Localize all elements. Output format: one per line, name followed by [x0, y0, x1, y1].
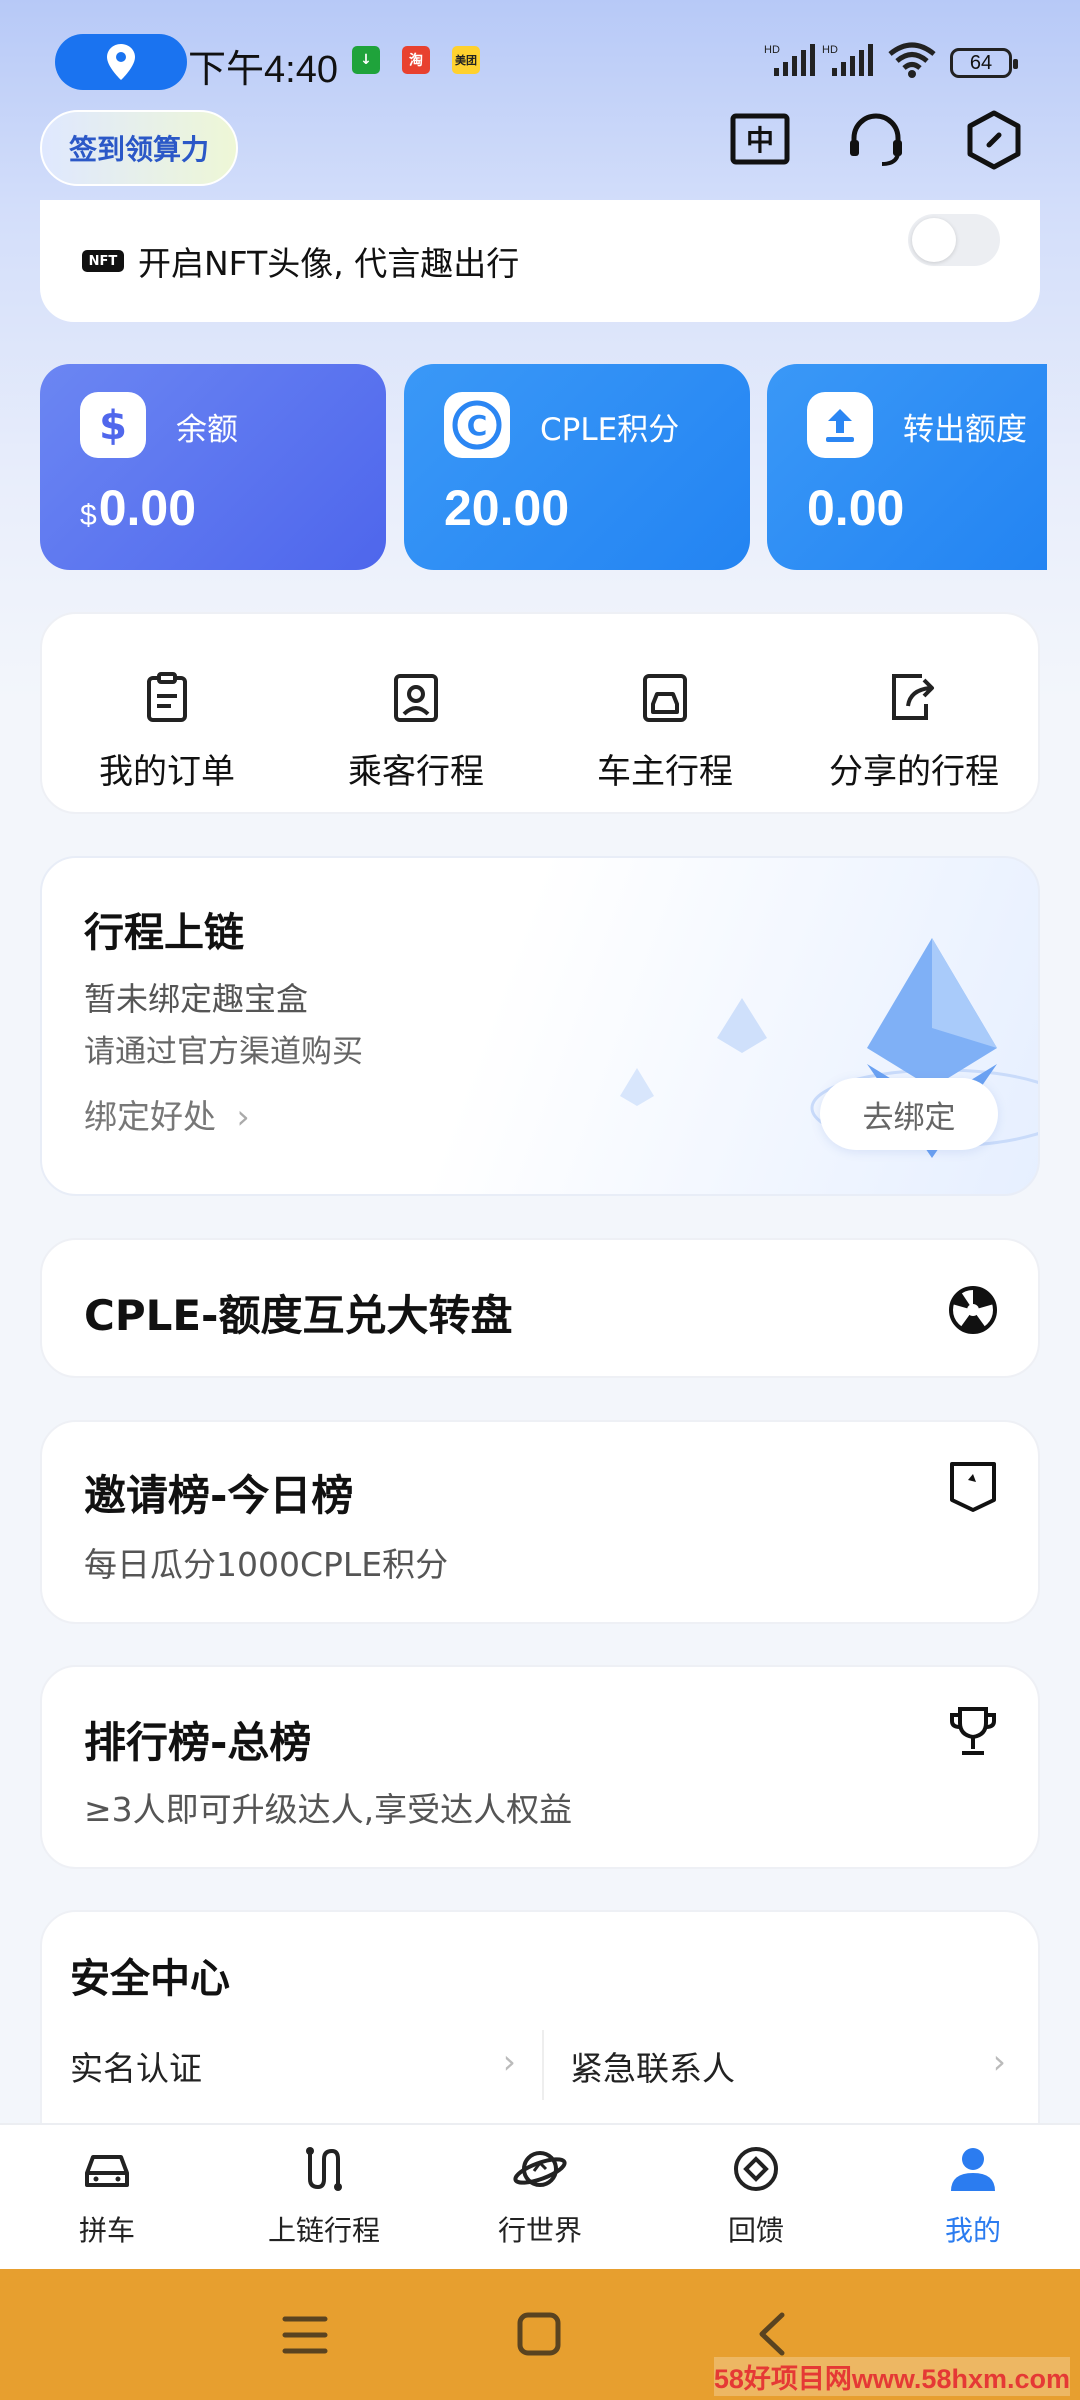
nav-label: 我的	[944, 2214, 1001, 2247]
back-icon[interactable]	[752, 2309, 792, 2359]
signal-icon: HD	[764, 44, 815, 76]
signal-2-icon: HD	[822, 44, 873, 76]
cple-points-card[interactable]: C CPLE积分 20.00	[404, 364, 750, 570]
menu-icon[interactable]	[280, 2313, 330, 2357]
status-bar: 下午4:40 ↓ 淘 美团 HD HD 64	[0, 0, 1080, 120]
location-pill[interactable]	[55, 34, 187, 90]
download-notification-icon: ↓	[352, 46, 380, 74]
svg-text:HD: HD	[764, 44, 780, 56]
ethereum-decoration-icon	[620, 938, 1038, 1158]
chain-subtitle-2: 请通过官方渠道购买	[84, 1034, 363, 1070]
invite-board-title: 邀请榜-今日榜	[84, 1471, 354, 1520]
invite-board-card[interactable]: 邀请榜-今日榜 每日瓜分1000CPLE积分	[40, 1420, 1040, 1624]
wifi-icon	[888, 42, 936, 78]
upload-icon	[807, 392, 873, 458]
nav-profile[interactable]: 我的	[893, 2141, 1053, 2249]
cple-coin-icon: C	[444, 392, 510, 458]
nav-carpool[interactable]: 拼车	[27, 2141, 187, 2249]
svg-text:HD: HD	[822, 44, 838, 56]
language-switch-icon[interactable]: 中	[728, 108, 792, 172]
wheel-icon	[949, 1286, 997, 1334]
nft-avatar-toggle[interactable]	[908, 214, 1000, 266]
invite-board-subtitle: 每日瓜分1000CPLE积分	[84, 1545, 449, 1584]
customer-service-icon[interactable]	[844, 108, 908, 172]
meituan-notification-icon: 美团	[452, 46, 480, 74]
car-icon	[85, 2155, 129, 2187]
cple-points-label: CPLE积分	[540, 412, 680, 448]
transfer-quota-value: 0.00	[807, 480, 905, 536]
nav-label: 上链行程	[267, 2214, 380, 2247]
nav-label: 拼车	[78, 2214, 135, 2247]
trophy-icon	[950, 1707, 996, 1755]
nft-avatar-card[interactable]: NFT 开启NFT头像, 代言趣出行	[40, 200, 1040, 322]
bind-benefits-link[interactable]: 绑定好处 ›	[84, 1090, 250, 1138]
transfer-quota-label: 转出额度	[903, 412, 1027, 448]
balance-value: $0.00	[80, 480, 197, 536]
transfer-quota-card[interactable]: 转出额度 0.00	[767, 364, 1047, 570]
wheel-title: CPLE-额度互兑大转盘	[84, 1291, 513, 1340]
system-nav-bar: 58好项目网www.58hxm.com	[0, 2269, 1080, 2400]
shortcuts-card: 我的订单 乘客行程 车主行程 分享的行程	[40, 612, 1040, 814]
nav-onchain-trips[interactable]: 上链行程	[244, 2141, 404, 2249]
nav-reward[interactable]: 回馈	[676, 2141, 836, 2249]
real-name-auth-item[interactable]: 实名认证 ›	[70, 2042, 540, 2090]
chain-title: 行程上链	[84, 910, 244, 956]
profile-icon	[951, 2148, 995, 2191]
rank-board-card[interactable]: 排行榜-总榜 ≥3人即可升级达人,享受达人权益	[40, 1665, 1040, 1869]
shortcut-label: 乘客行程	[348, 752, 484, 792]
nav-label: 行世界	[497, 2214, 582, 2247]
safety-title: 安全中心	[70, 1956, 230, 2002]
rank-board-title: 排行榜-总榜	[84, 1718, 312, 1767]
passenger-trip-icon	[394, 674, 438, 722]
chain-subtitle: 暂未绑定趣宝盒	[84, 980, 309, 1018]
location-pin-icon	[107, 44, 135, 80]
home-icon[interactable]	[514, 2309, 564, 2359]
go-bind-button[interactable]: 去绑定	[820, 1078, 998, 1150]
shortcut-label: 我的订单	[99, 752, 235, 792]
emergency-contact-item[interactable]: 紧急联系人 ›	[570, 2042, 1030, 2090]
divider	[542, 2030, 544, 2100]
svg-text:C: C	[467, 409, 488, 442]
exchange-wheel-card[interactable]: CPLE-额度互兑大转盘	[40, 1238, 1040, 1378]
planet-icon	[513, 2151, 567, 2187]
taobao-notification-icon: 淘	[402, 46, 430, 74]
svg-text:$: $	[99, 403, 127, 449]
bottom-nav: 拼车 上链行程 行世界 回馈 我的	[0, 2123, 1080, 2269]
shortcut-driver-trips[interactable]: 车主行程	[555, 660, 775, 793]
dollar-icon: $	[80, 392, 146, 458]
watermark: 58好项目网www.58hxm.com	[713, 2357, 1070, 2396]
nft-badge: NFT	[82, 250, 124, 272]
cple-points-value: 20.00	[444, 480, 570, 536]
trip-onchain-card[interactable]: 行程上链 暂未绑定趣宝盒 请通过官方渠道购买 绑定好处 › 去绑定	[40, 856, 1040, 1196]
svg-text:中: 中	[746, 124, 774, 157]
nft-avatar-text: 开启NFT头像, 代言趣出行	[138, 244, 520, 283]
balance-card[interactable]: $ 余额 $0.00	[40, 364, 386, 570]
battery-indicator: 64	[950, 48, 1018, 78]
signin-button[interactable]: 签到领算力	[40, 110, 238, 186]
shortcut-passenger-trips[interactable]: 乘客行程	[306, 660, 526, 793]
shield-badge-icon	[950, 1462, 996, 1512]
shortcut-label: 分享的行程	[829, 752, 999, 792]
status-time: 下午4:40	[188, 49, 338, 91]
balance-label: 余额	[176, 412, 238, 448]
rank-board-subtitle: ≥3人即可升级达人,享受达人权益	[84, 1790, 573, 1829]
share-trip-icon	[892, 674, 934, 720]
shortcut-shared-trips[interactable]: 分享的行程	[804, 660, 1024, 793]
nav-world[interactable]: 行世界	[460, 2141, 620, 2249]
shortcut-label: 车主行程	[597, 752, 733, 792]
driver-trip-icon	[643, 674, 687, 722]
reward-icon	[734, 2147, 778, 2191]
route-icon	[306, 2147, 342, 2191]
nav-label: 回馈	[727, 2214, 784, 2247]
shortcut-my-orders[interactable]: 我的订单	[57, 660, 277, 793]
clipboard-icon	[147, 672, 187, 722]
settings-hexagon-icon[interactable]	[962, 108, 1026, 172]
